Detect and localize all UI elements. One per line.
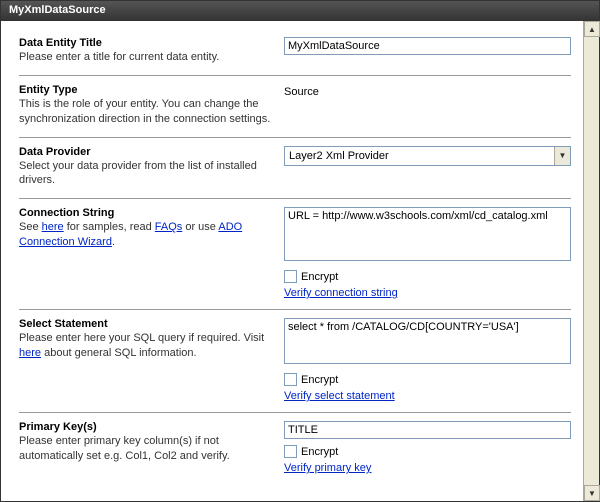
provider-selected-value: Layer2 Xml Provider: [289, 150, 389, 162]
section-primary-key: Primary Key(s) Please enter primary key …: [19, 413, 571, 484]
verify-connection-link[interactable]: Verify connection string: [284, 287, 398, 299]
encrypt-connection-label: Encrypt: [301, 271, 338, 283]
heading-entity-type: Entity Type: [19, 84, 274, 96]
select-statement-input[interactable]: [284, 318, 571, 364]
body: Data Entity Title Please enter a title f…: [1, 21, 599, 501]
help-select: Please enter here your SQL query if requ…: [19, 331, 274, 361]
section-data-entity-title: Data Entity Title Please enter a title f…: [19, 31, 571, 76]
help-pk: Please enter primary key column(s) if no…: [19, 434, 274, 464]
help-connection-text: See: [19, 221, 42, 233]
titlebar: MyXmlDataSource: [1, 1, 599, 21]
help-connection: See here for samples, read FAQs or use A…: [19, 220, 274, 250]
heading-select: Select Statement: [19, 318, 274, 330]
link-faqs[interactable]: FAQs: [155, 221, 183, 233]
scroll-down-icon[interactable]: ▼: [584, 485, 600, 501]
connection-string-input[interactable]: [284, 207, 571, 261]
verify-select-link[interactable]: Verify select statement: [284, 390, 395, 402]
encrypt-pk-checkbox[interactable]: [284, 445, 297, 458]
encrypt-select-label: Encrypt: [301, 374, 338, 386]
link-sql-here[interactable]: here: [19, 347, 41, 359]
heading-pk: Primary Key(s): [19, 421, 274, 433]
encrypt-select-checkbox[interactable]: [284, 373, 297, 386]
help-provider: Select your data provider from the list …: [19, 159, 274, 189]
help-connection-text4: .: [112, 236, 115, 248]
help-connection-text3: or use: [182, 221, 218, 233]
section-entity-type: Entity Type This is the role of your ent…: [19, 76, 571, 138]
heading-connection: Connection String: [19, 207, 274, 219]
link-samples-here[interactable]: here: [42, 221, 64, 233]
entity-type-value: Source: [284, 86, 319, 98]
dialog-window: MyXmlDataSource Data Entity Title Please…: [0, 0, 600, 502]
heading-title: Data Entity Title: [19, 37, 274, 49]
title-input[interactable]: [284, 37, 571, 55]
provider-select[interactable]: Layer2 Xml Provider ▼: [284, 146, 571, 166]
content-area: Data Entity Title Please enter a title f…: [1, 21, 583, 501]
help-select-text2: about general SQL information.: [41, 347, 197, 359]
vertical-scrollbar[interactable]: ▲ ▼: [583, 21, 599, 501]
help-entity-type: This is the role of your entity. You can…: [19, 97, 274, 127]
section-data-provider: Data Provider Select your data provider …: [19, 138, 571, 200]
scroll-up-icon[interactable]: ▲: [584, 21, 600, 37]
heading-provider: Data Provider: [19, 146, 274, 158]
encrypt-connection-checkbox[interactable]: [284, 270, 297, 283]
help-title: Please enter a title for current data en…: [19, 50, 274, 65]
verify-pk-link[interactable]: Verify primary key: [284, 462, 371, 474]
help-connection-text2: for samples, read: [64, 221, 155, 233]
help-select-text: Please enter here your SQL query if requ…: [19, 332, 264, 344]
encrypt-pk-label: Encrypt: [301, 446, 338, 458]
primary-key-input[interactable]: [284, 421, 571, 439]
window-title: MyXmlDataSource: [9, 4, 106, 16]
section-select-statement: Select Statement Please enter here your …: [19, 310, 571, 413]
section-connection-string: Connection String See here for samples, …: [19, 199, 571, 310]
chevron-down-icon[interactable]: ▼: [554, 147, 570, 165]
